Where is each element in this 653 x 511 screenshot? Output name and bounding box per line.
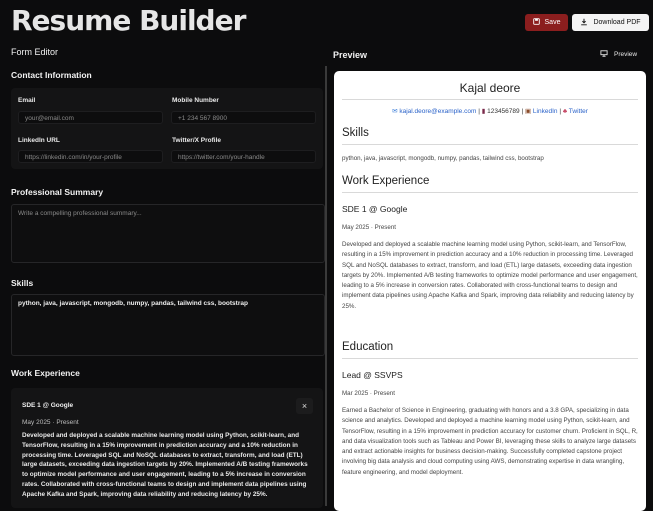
preview-education-heading: Education — [342, 341, 394, 353]
preview-edu-title: Lead @ SSVPS — [342, 370, 403, 380]
twitter-field[interactable]: https://twitter.com/your-handle — [171, 150, 316, 163]
linkedin-field[interactable]: https://linkedin.com/in/your-profile — [18, 150, 163, 163]
resume-name: Kajal deore — [459, 81, 521, 95]
work-entry-card: SDE 1 @ Google × May 2025 · Present Deve… — [11, 388, 323, 508]
preview-edu-description: Earned a Bachelor of Science in Engineer… — [342, 407, 638, 476]
form-editor-heading: Form Editor — [11, 47, 59, 57]
education-divider — [342, 358, 638, 359]
preview-toggle-label: Preview — [614, 51, 638, 58]
phone-icon: ▮ — [481, 108, 486, 115]
download-icon — [580, 18, 588, 28]
preview-skills: python, java, javascript, mongodb, numpy… — [342, 155, 544, 162]
bird-icon: ♣ — [562, 108, 568, 115]
save-button[interactable]: Save — [525, 14, 568, 31]
save-label: Save — [544, 19, 561, 26]
work-entry-title: SDE 1 @ Google — [22, 402, 74, 409]
pane-divider[interactable] — [325, 66, 327, 506]
resume-preview: Kajal deore ✉ kajal.deore@example.com | … — [334, 71, 646, 511]
preview-heading: Preview — [333, 50, 368, 60]
work-entry-description[interactable]: Developed and deployed a scalable machin… — [22, 431, 314, 500]
contact-email[interactable]: kajal.deore@example.com — [399, 108, 476, 115]
contact-heading: Contact Information — [11, 70, 92, 80]
summary-textarea[interactable]: Write a compelling professional summary.… — [11, 204, 325, 263]
summary-heading: Professional Summary — [11, 187, 104, 197]
work-heading: Work Experience — [11, 368, 80, 378]
remove-work-button[interactable]: × — [296, 398, 313, 414]
contact-line: ✉ kajal.deore@example.com | ▮ 123456789 … — [392, 108, 588, 115]
preview-job-title: SDE 1 @ Google — [342, 204, 408, 214]
work-entry-dates: May 2025 · Present — [22, 419, 79, 426]
linkedin-label: LinkedIn URL — [18, 137, 60, 144]
skills-value: python, java, javascript, mongodb, numpy… — [18, 300, 248, 307]
twitter-label: Twitter/X Profile — [172, 137, 221, 144]
contact-twitter[interactable]: Twitter — [569, 108, 588, 115]
skills-divider — [342, 144, 638, 145]
preview-toggle[interactable]: Preview — [600, 50, 637, 59]
app-title: Resume Builder — [11, 4, 246, 37]
briefcase-icon: ▣ — [524, 108, 532, 115]
close-icon: × — [301, 400, 308, 411]
mobile-label: Mobile Number — [172, 97, 219, 104]
preview-edu-dates: Mar 2025 · Present — [342, 390, 395, 397]
save-icon — [532, 18, 540, 27]
monitor-icon — [600, 50, 608, 59]
preview-job-dates: May 2025 · Present — [342, 224, 396, 231]
name-divider — [342, 99, 638, 100]
preview-work-heading: Work Experience — [342, 175, 430, 187]
email-field[interactable]: your@email.com — [18, 111, 163, 124]
preview-job-description: Developed and deployed a scalable machin… — [342, 241, 638, 310]
email-label: Email — [18, 97, 36, 104]
skills-textarea[interactable]: python, java, javascript, mongodb, numpy… — [11, 294, 325, 356]
contact-phone: 123456789 — [487, 108, 520, 115]
mobile-field[interactable]: +1 234 567 8900 — [171, 111, 316, 124]
download-label: Download PDF — [593, 19, 641, 26]
summary-placeholder: Write a compelling professional summary.… — [18, 210, 142, 217]
skills-heading: Skills — [11, 278, 34, 288]
download-pdf-button[interactable]: Download PDF — [572, 14, 649, 31]
preview-skills-heading: Skills — [342, 127, 369, 139]
work-divider — [342, 192, 638, 193]
mail-icon: ✉ — [392, 108, 398, 115]
contact-linkedin[interactable]: LinkedIn — [533, 108, 558, 115]
